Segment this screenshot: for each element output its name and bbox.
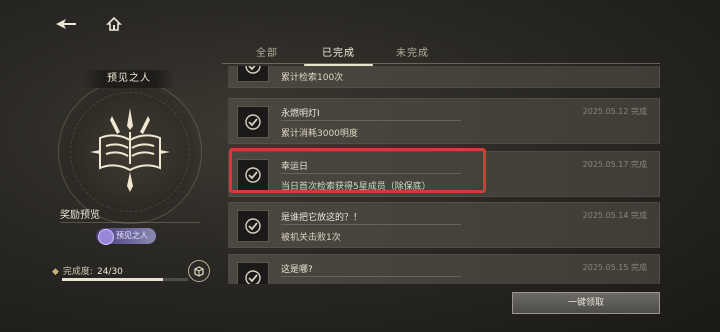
achievement-date: 2025.05.12 完成: [582, 107, 647, 116]
achievement-item[interactable]: 是谁把它放这的？！ 被机关击败1次 2025.05.14 完成: [228, 202, 660, 248]
badge-gem-icon: [98, 229, 114, 245]
achievement-name: 是谁把它放这的？！: [281, 213, 363, 223]
completion-progress-fill: [62, 278, 163, 281]
check-badge-icon: [245, 66, 261, 74]
achievement-name: 这是哪?: [281, 265, 313, 275]
back-arrow-icon: [56, 19, 76, 29]
top-bar: [0, 0, 720, 40]
achievement-name: 永燃明灯I: [281, 109, 320, 119]
check-badge-icon: [245, 270, 261, 284]
tab-completed[interactable]: 已完成: [304, 44, 373, 67]
achievement-date: 2025.05.17 完成: [582, 160, 647, 169]
completion-value: 24/30: [96, 267, 123, 277]
completion-progress-bar: [62, 278, 188, 281]
completion-text: 完成度:: [62, 267, 93, 277]
achievement-thumb: [237, 210, 269, 242]
tab-all[interactable]: 全部: [256, 44, 278, 59]
achievement-date: 2025.05.14 完成: [582, 211, 647, 220]
highlight-box: [229, 148, 486, 193]
claim-all-button[interactable]: 一键领取: [512, 292, 660, 314]
achievement-item[interactable]: 累计检索100次: [228, 66, 660, 88]
achievement-item[interactable]: 永燃明灯I 累计消耗3000明度 2025.05.12 完成: [228, 98, 660, 144]
check-badge-icon: [245, 218, 261, 234]
achievement-desc: 被机关击败1次: [281, 233, 341, 243]
achievement-thumb: [237, 106, 269, 138]
reward-badge-label: 预见之人: [116, 231, 148, 240]
reward-divider: [60, 222, 200, 223]
achievement-desc: 累计消耗3000明度: [281, 129, 358, 139]
collection-title: 预见之人: [84, 70, 174, 88]
achievement-divider: [281, 120, 461, 121]
diamond-icon: ◆: [52, 267, 59, 277]
home-button[interactable]: [100, 12, 128, 36]
achievement-item[interactable]: 这是哪? 2025.05.15 完成: [228, 254, 660, 284]
collection-panel: 预见之人 奖励预览 预见之人 ◆ 完成度: 24/30: [40, 58, 220, 318]
tabs-divider: [222, 63, 660, 64]
filter-tabs: 全部 已完成 未完成: [222, 40, 660, 67]
achievement-date: 2025.05.15 完成: [582, 263, 647, 272]
tab-incomplete[interactable]: 未完成: [396, 44, 429, 59]
reward-badge[interactable]: 预见之人: [96, 228, 156, 245]
chest-icon: [194, 266, 204, 277]
open-book-emblem-icon: [90, 108, 170, 192]
achievement-thumb: [237, 262, 269, 284]
check-badge-icon: [245, 114, 261, 130]
achievement-divider: [281, 276, 461, 277]
reward-preview-title: 奖励预览: [60, 210, 100, 221]
home-icon: [106, 16, 122, 31]
achievement-divider: [281, 224, 461, 225]
back-button[interactable]: [52, 12, 80, 36]
achievement-desc: 累计检索100次: [281, 73, 344, 83]
achievement-thumb: [237, 66, 269, 82]
reward-chest-button[interactable]: [188, 260, 210, 282]
completion-label: ◆ 完成度: 24/30: [52, 264, 123, 277]
